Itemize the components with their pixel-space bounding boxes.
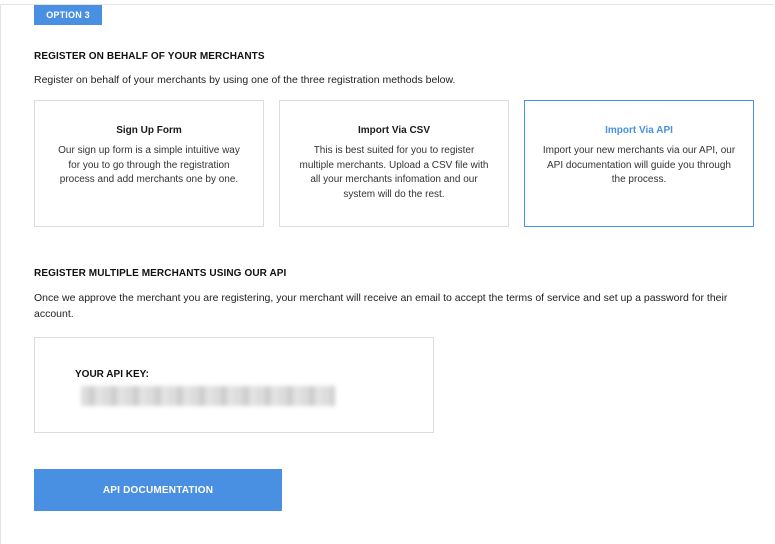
method-card-title: Import Via CSV <box>357 125 431 136</box>
method-card-title: Sign Up Form <box>116 125 182 136</box>
option-tab[interactable]: OPTION 3 <box>34 5 102 25</box>
method-card-description: This is best suited for you to register … <box>299 145 489 200</box>
method-card-sign-up-form[interactable]: Sign Up Form Our sign up form is a simpl… <box>34 100 264 227</box>
section-heading-register-on-behalf: REGISTER ON BEHALF OF YOUR MERCHANTS <box>34 51 265 62</box>
section-description-register-on-behalf: Register on behalf of your merchants by … <box>34 74 456 86</box>
method-card-description: Our sign up form is a simple intuitive w… <box>58 145 240 185</box>
section-heading-register-via-api: REGISTER MULTIPLE MERCHANTS USING OUR AP… <box>34 268 287 279</box>
api-key-label: YOUR API KEY: <box>75 369 149 380</box>
api-documentation-button[interactable]: API DOCUMENTATION <box>34 469 282 511</box>
method-card-import-via-csv[interactable]: Import Via CSV This is best suited for y… <box>279 100 509 227</box>
method-card-title: Import Via API <box>605 125 673 136</box>
method-card-description: Import your new merchants via our API, o… <box>542 145 736 185</box>
api-key-box: YOUR API KEY: <box>34 337 434 433</box>
method-card-import-via-api[interactable]: Import Via API Import your new merchants… <box>524 100 754 227</box>
section-description-register-via-api: Once we approve the merchant you are reg… <box>34 292 728 320</box>
api-key-value-redacted[interactable] <box>81 386 335 406</box>
